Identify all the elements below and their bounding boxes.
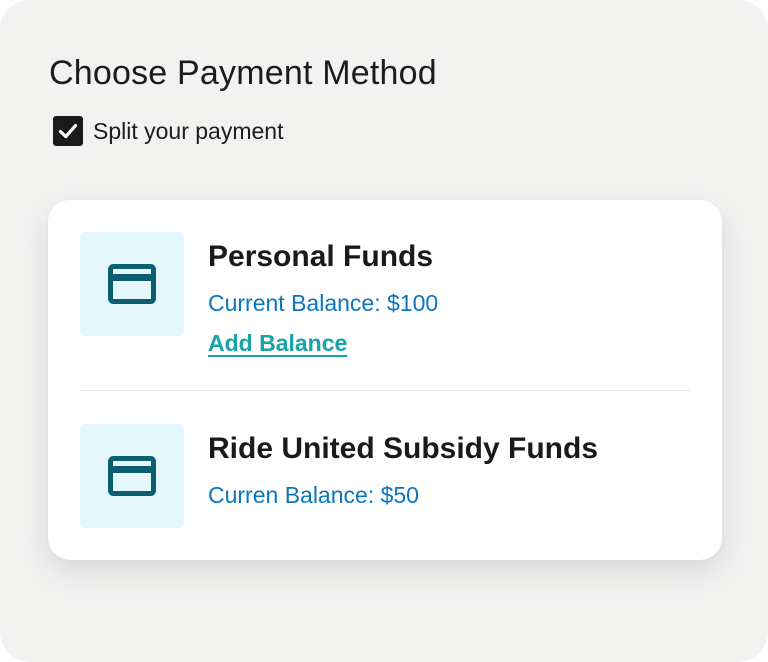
split-payment-option[interactable]: Split your payment — [53, 116, 283, 146]
fund-option-subsidy[interactable]: Ride United Subsidy Funds Curren Balance… — [80, 424, 690, 528]
fund-name: Personal Funds — [208, 240, 434, 273]
split-payment-checkbox[interactable] — [53, 116, 83, 146]
page-title: Choose Payment Method — [49, 54, 437, 92]
credit-card-icon — [108, 264, 156, 304]
fund-name: Ride United Subsidy Funds — [208, 432, 599, 465]
payment-method-panel: Choose Payment Method Split your payment… — [0, 0, 768, 662]
credit-card-icon — [108, 456, 156, 496]
funds-card: Personal Funds Current Balance: $100 Add… — [48, 200, 722, 560]
fund-icon-tile — [80, 232, 184, 336]
fund-option-personal[interactable]: Personal Funds Current Balance: $100 Add… — [80, 232, 690, 372]
fund-balance: Curren Balance: $50 — [208, 482, 419, 508]
split-payment-label: Split your payment — [93, 118, 284, 144]
divider — [80, 390, 690, 391]
add-balance-link[interactable]: Add Balance — [208, 328, 347, 358]
fund-icon-tile — [80, 424, 184, 528]
fund-balance: Current Balance: $100 — [208, 290, 439, 316]
checkmark-icon — [58, 124, 78, 139]
